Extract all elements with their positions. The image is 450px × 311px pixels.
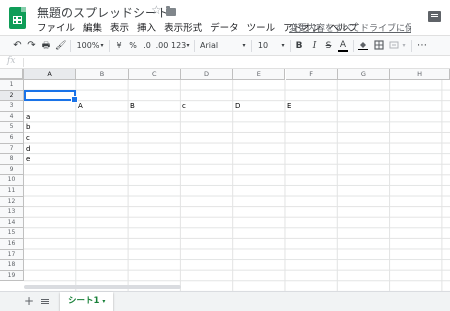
cell-a7[interactable]: d	[26, 144, 30, 155]
menu-view[interactable]: 表示	[110, 20, 129, 34]
row-header[interactable]: 10	[0, 175, 24, 186]
column-header-a[interactable]: A	[24, 69, 77, 80]
text-color-button[interactable]: A	[338, 40, 348, 52]
column-header-f[interactable]: F	[285, 69, 338, 80]
cell-f3[interactable]: E	[287, 101, 291, 112]
toolbar-divider	[70, 40, 71, 52]
add-sheet-icon[interactable]: +	[24, 294, 34, 308]
select-all-corner[interactable]	[0, 69, 24, 80]
fx-icon: fx	[7, 56, 16, 66]
toolbar-divider	[109, 40, 110, 52]
row-header[interactable]: 17	[0, 249, 24, 261]
row-header[interactable]: 4	[0, 111, 24, 123]
column-header-d[interactable]: D	[180, 69, 234, 80]
sheet-grid[interactable]: A B C D E F G H 1 2 3 4 5 6 7 8 9 10 11 …	[0, 69, 450, 291]
column-header-c[interactable]: C	[128, 69, 181, 80]
increase-decimal-button[interactable]: .00	[155, 40, 169, 52]
formula-bar[interactable]: fx	[0, 56, 450, 69]
row-header[interactable]: 13	[0, 207, 24, 218]
active-cell-selection[interactable]	[24, 90, 78, 103]
cell-a5[interactable]: b	[26, 122, 30, 133]
row-header[interactable]: 8	[0, 154, 24, 165]
column-header-b[interactable]: B	[76, 69, 129, 80]
cell-d3[interactable]: c	[182, 101, 186, 112]
zoom-dropdown-icon[interactable]: ▾	[99, 40, 105, 52]
merge-cells-icon[interactable]	[389, 40, 399, 52]
font-size-select[interactable]: 10	[255, 40, 271, 52]
cell-b3[interactable]: A	[78, 101, 83, 112]
horizontal-scrollbar[interactable]	[24, 285, 181, 289]
row-header[interactable]: 14	[0, 217, 24, 229]
folder-icon[interactable]	[166, 6, 176, 16]
sheet-tab-active[interactable]: シート1 ▾	[60, 292, 113, 311]
formula-divider	[23, 58, 24, 67]
print-icon[interactable]: 🖶	[40, 40, 52, 52]
zoom-select[interactable]: 100%	[76, 40, 100, 52]
row-header[interactable]: 19	[0, 270, 24, 282]
all-sheets-menu-icon[interactable]	[41, 299, 49, 300]
font-family-dropdown-icon[interactable]: ▾	[241, 40, 247, 52]
redo-icon[interactable]: ↷	[26, 40, 37, 52]
zoom-value: 100%	[76, 41, 100, 50]
row-header[interactable]: 16	[0, 239, 24, 250]
column-header-e[interactable]: E	[233, 69, 286, 80]
menu-edit[interactable]: 編集	[83, 20, 102, 34]
sheet-tab-label: シート1	[68, 296, 100, 306]
more-formats-button[interactable]: 123	[171, 40, 186, 52]
header: 無題のスプレッドシート ☆ ファイル 編集 表示 挿入 表示形式 データ ツール…	[0, 0, 450, 34]
sheet-tab-bar: + シート1 ▾	[0, 291, 450, 311]
menu-data[interactable]: データ	[210, 20, 239, 34]
toolbar-divider	[290, 40, 291, 52]
percent-button[interactable]: %	[128, 40, 138, 52]
row-header[interactable]: 15	[0, 228, 24, 239]
menu-format[interactable]: 表示形式	[164, 20, 202, 34]
row-header[interactable]: 12	[0, 196, 24, 208]
strikethrough-button[interactable]: S	[324, 40, 333, 52]
fill-color-icon[interactable]	[358, 40, 368, 52]
menu-file[interactable]: ファイル	[37, 20, 75, 34]
row-header[interactable]: 18	[0, 260, 24, 271]
cell-e3[interactable]: D	[235, 101, 240, 112]
save-status-link[interactable]: 変更内容をすべてドライブに保...	[289, 21, 411, 34]
more-options-icon[interactable]: ⋯	[416, 40, 428, 52]
more-formats-dropdown-icon[interactable]: ▾	[185, 40, 191, 52]
row-header[interactable]: 3	[0, 101, 24, 112]
row-header[interactable]: 9	[0, 164, 24, 176]
cell-c3[interactable]: B	[130, 101, 135, 112]
toolbar-divider	[251, 40, 252, 52]
borders-icon[interactable]	[374, 40, 384, 52]
italic-button[interactable]: I	[310, 40, 319, 52]
paint-format-icon[interactable]: 🖌	[55, 40, 66, 52]
merge-dropdown-icon[interactable]: ▾	[401, 40, 407, 52]
comment-icon[interactable]	[428, 11, 441, 22]
row-header[interactable]: 1	[0, 80, 24, 91]
menu-tools[interactable]: ツール	[247, 20, 276, 34]
row-header[interactable]: 2	[0, 90, 24, 102]
cell-a8[interactable]: e	[26, 154, 30, 165]
cell-a4[interactable]: a	[26, 112, 30, 123]
menu-insert[interactable]: 挿入	[137, 20, 156, 34]
bold-button[interactable]: B	[294, 40, 304, 52]
sheets-logo-icon[interactable]	[9, 7, 26, 29]
row-header[interactable]: 5	[0, 122, 24, 133]
toolbar: ↶ ↷ 🖶 🖌 100% ▾ ¥ % .0 .00 123 ▾ Arial ▾ …	[0, 35, 450, 56]
toolbar-divider	[411, 40, 412, 52]
undo-icon[interactable]: ↶	[12, 40, 23, 52]
spreadsheet-app: 無題のスプレッドシート ☆ ファイル 編集 表示 挿入 表示形式 データ ツール…	[0, 0, 450, 311]
row-header[interactable]: 6	[0, 133, 24, 144]
column-header-g[interactable]: G	[337, 69, 391, 80]
font-size-dropdown-icon[interactable]: ▾	[280, 40, 286, 52]
column-header-h[interactable]: H	[390, 69, 450, 80]
toolbar-divider	[353, 40, 354, 52]
font-family-select[interactable]: Arial	[200, 40, 240, 52]
cell-a6[interactable]: c	[26, 133, 30, 144]
decrease-decimal-button[interactable]: .0	[141, 40, 153, 52]
toolbar-divider	[194, 40, 195, 52]
currency-button[interactable]: ¥	[114, 40, 124, 52]
row-header[interactable]: 7	[0, 143, 24, 155]
row-header[interactable]: 11	[0, 186, 24, 197]
document-title[interactable]: 無題のスプレッドシート	[37, 4, 169, 21]
sheet-tab-dropdown-icon[interactable]: ▾	[102, 298, 105, 305]
star-icon[interactable]: ☆	[151, 3, 162, 17]
